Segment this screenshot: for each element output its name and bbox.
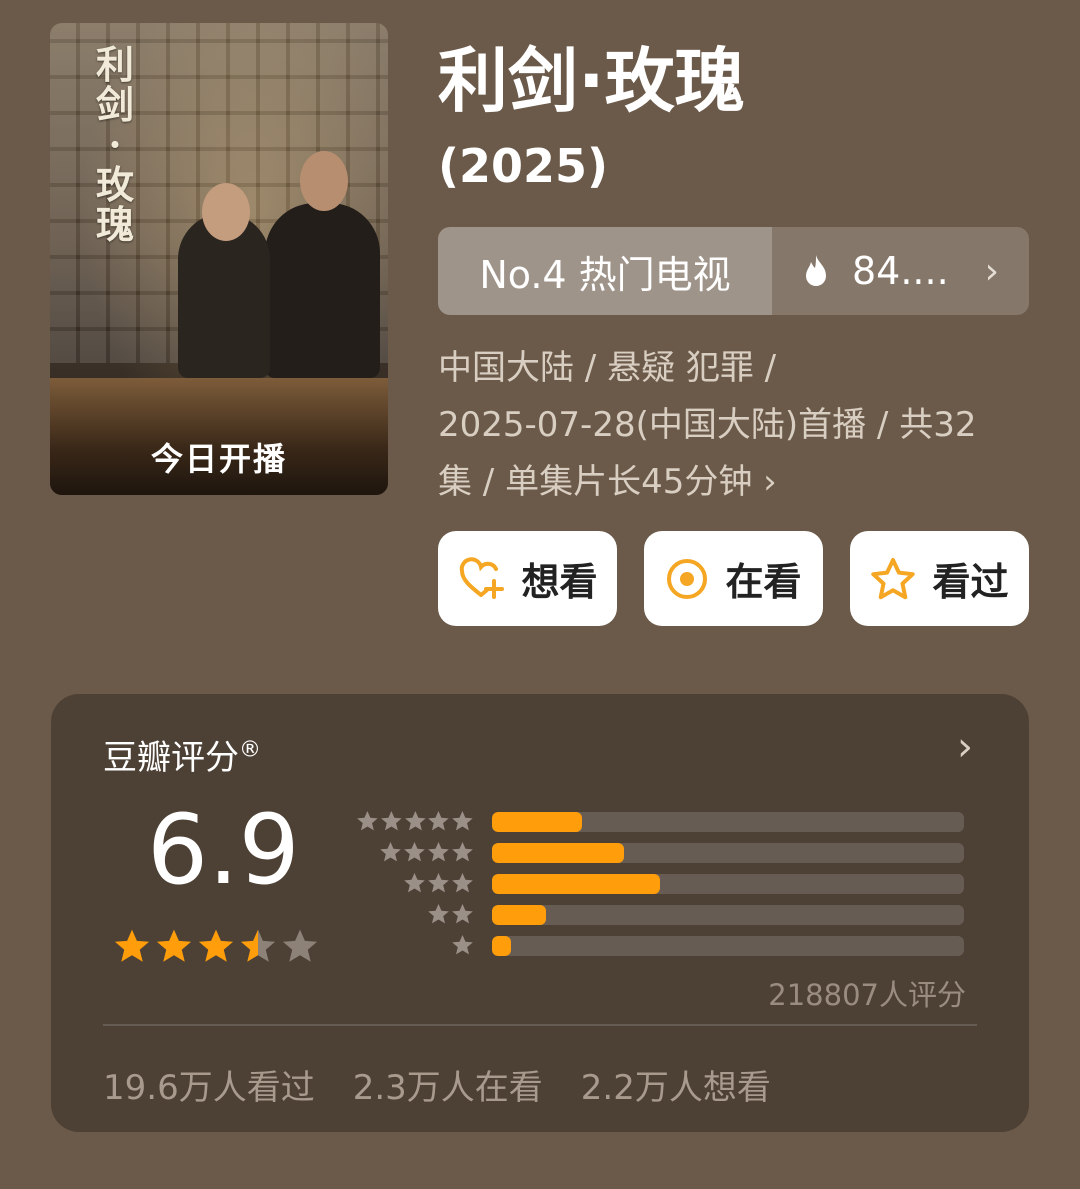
star-icon bbox=[380, 841, 401, 862]
star-icon bbox=[404, 811, 426, 831]
star-outline-icon bbox=[871, 557, 916, 599]
star-icon bbox=[282, 929, 318, 962]
meta-line-3-row: 集 / 单集片长45分钟 › bbox=[438, 454, 1038, 511]
meta-line-3: 集 / 单集片长45分钟 bbox=[438, 462, 753, 502]
distribution-row bbox=[356, 868, 968, 899]
page-title: 利剑·玫瑰 bbox=[438, 40, 745, 122]
distribution-track bbox=[492, 811, 964, 832]
star-icon bbox=[198, 929, 234, 962]
heat-value: 84.... bbox=[852, 249, 949, 293]
distribution-track bbox=[492, 904, 964, 925]
watched-button[interactable]: 看过 bbox=[850, 531, 1029, 626]
want-label: 想看 bbox=[521, 560, 598, 604]
poster-figure-man-head bbox=[300, 151, 348, 211]
distribution-bar bbox=[492, 904, 547, 925]
poster-figure-man bbox=[265, 203, 380, 378]
distribution-stars bbox=[356, 903, 474, 926]
rank-bar[interactable]: No.4 热门电视 84.... › bbox=[438, 227, 1029, 315]
poster-title-art: 利剑·玫瑰 bbox=[95, 42, 134, 247]
release-year: (2025) bbox=[438, 139, 609, 193]
meta-info[interactable]: 中国大陆 / 悬疑 犯罪 / 2025-07-28(中国大陆)首播 / 共32 … bbox=[438, 340, 1038, 511]
chevron-right-icon: › bbox=[763, 462, 777, 502]
rating-count: 218807人评分 bbox=[768, 978, 966, 1012]
star-icon bbox=[428, 903, 449, 924]
poster-image[interactable]: 利剑·玫瑰 今日开播 bbox=[50, 23, 388, 495]
star-icon bbox=[404, 872, 425, 893]
star-icon bbox=[452, 872, 473, 893]
stat-want: 2.2万人想看 bbox=[580, 1068, 771, 1108]
star-icon bbox=[452, 903, 473, 924]
distribution-bar bbox=[492, 811, 582, 832]
distribution-row bbox=[356, 899, 968, 930]
distribution-bar bbox=[492, 873, 660, 894]
distribution-track bbox=[492, 873, 964, 894]
rating-score: 6.9 bbox=[147, 794, 300, 906]
chevron-right-icon[interactable]: › bbox=[957, 724, 973, 770]
watching-label: 在看 bbox=[725, 560, 802, 604]
star-icon bbox=[452, 841, 473, 862]
distribution-stars bbox=[356, 872, 474, 895]
target-icon bbox=[667, 558, 708, 599]
rating-stars bbox=[113, 928, 319, 966]
star-icon bbox=[156, 929, 192, 962]
star-icon bbox=[240, 929, 276, 962]
watched-label: 看过 bbox=[932, 560, 1009, 604]
flame-icon bbox=[806, 255, 826, 286]
distribution-stars bbox=[356, 810, 474, 833]
watching-button[interactable]: 在看 bbox=[644, 531, 823, 626]
star-icon bbox=[428, 841, 449, 862]
distribution-track bbox=[492, 842, 964, 863]
star-icon bbox=[357, 811, 378, 831]
star-icon bbox=[428, 872, 449, 893]
distribution-bar bbox=[492, 935, 511, 956]
poster-figure-woman-head bbox=[202, 183, 250, 241]
heart-plus-icon bbox=[460, 556, 505, 599]
meta-line-1: 中国大陆 / 悬疑 犯罪 / bbox=[438, 348, 777, 388]
distribution-row bbox=[356, 806, 968, 837]
star-icon bbox=[380, 811, 402, 831]
star-icon bbox=[452, 934, 473, 955]
divider bbox=[103, 1024, 977, 1026]
rating-card[interactable]: 豆瓣评分® › 6.9 218807人评分 19.6万人看过 2.3万人在看 2… bbox=[51, 694, 1029, 1132]
chevron-right-icon: › bbox=[984, 250, 999, 292]
registered-mark: ® bbox=[239, 737, 261, 763]
meta-line-2: 2025-07-28(中国大陆)首播 / 共32 bbox=[438, 405, 977, 445]
star-icon bbox=[114, 929, 150, 962]
stat-watched: 19.6万人看过 bbox=[103, 1068, 315, 1108]
star-icon bbox=[428, 811, 450, 831]
distribution-bar bbox=[492, 842, 625, 863]
heat-section[interactable]: 84.... › bbox=[772, 227, 1029, 315]
distribution-row bbox=[356, 837, 968, 868]
rating-distribution bbox=[356, 806, 968, 961]
stat-watching: 2.3万人在看 bbox=[352, 1068, 543, 1108]
rating-source: 豆瓣评分 bbox=[103, 738, 239, 778]
distribution-stars bbox=[356, 841, 474, 864]
want-button[interactable]: 想看 bbox=[438, 531, 617, 626]
distribution-stars bbox=[356, 934, 474, 957]
distribution-track bbox=[492, 935, 964, 956]
distribution-row bbox=[356, 930, 968, 961]
poster-caption: 今日开播 bbox=[150, 440, 287, 478]
star-icon bbox=[452, 811, 473, 831]
rank-label[interactable]: No.4 热门电视 bbox=[438, 227, 772, 315]
rating-label: 豆瓣评分® bbox=[103, 730, 261, 779]
star-icon bbox=[404, 841, 425, 862]
watch-stats: 19.6万人看过 2.3万人在看 2.2万人想看 bbox=[103, 1060, 771, 1109]
